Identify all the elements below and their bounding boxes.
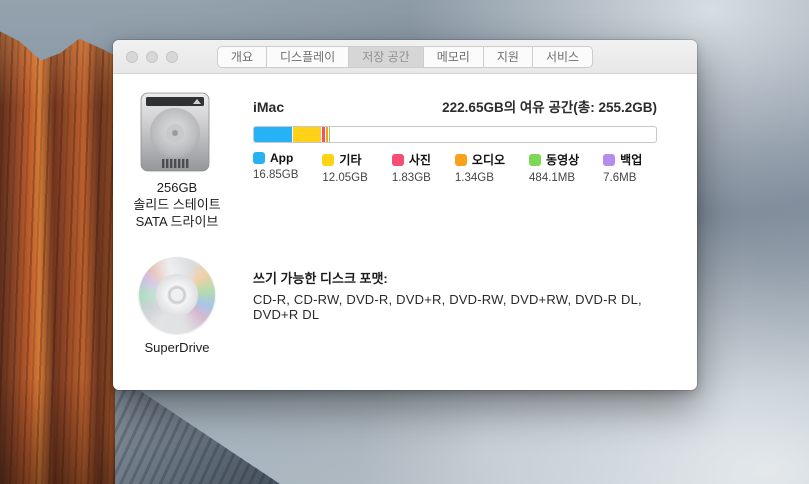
legend-item-기타: 기타 12.05GB [322, 151, 367, 184]
storage-segment-기타 [293, 127, 322, 142]
tab-bar: 개요디스플레이저장 공간메모리지원서비스 [217, 46, 593, 68]
legend-size: 12.05GB [322, 172, 367, 184]
legend-top: 백업 [603, 151, 642, 168]
free-space-text: 222.65GB의 여유 공간(총: 255.2GB) [442, 96, 657, 116]
legend-color-chip [392, 154, 404, 166]
legend-size: 1.34GB [455, 172, 505, 184]
legend-color-chip [529, 154, 541, 166]
hard-drive-icon [135, 92, 215, 172]
legend-top: 사진 [392, 151, 431, 168]
legend-color-chip [603, 154, 615, 166]
legend-top: 기타 [322, 151, 367, 168]
desktop: { "window": { "tabs": [ { "label": "개요",… [0, 0, 809, 484]
disc-formats-title: 쓰기 가능한 디스크 포맷: [253, 268, 388, 287]
tab-디스플레이[interactable]: 디스플레이 [266, 47, 348, 67]
legend-item-백업: 백업 7.6MB [603, 151, 642, 184]
superdrive-icon [139, 257, 215, 333]
legend-top: 동영상 [529, 151, 579, 168]
legend-item-사진: 사진 1.83GB [392, 151, 431, 184]
tab-서비스[interactable]: 서비스 [532, 47, 592, 67]
legend-label: 사진 [409, 151, 431, 168]
legend-item-동영상: 동영상 484.1MB [529, 151, 579, 184]
tab-메모리[interactable]: 메모리 [423, 47, 483, 67]
legend-top: 오디오 [455, 151, 505, 168]
wallpaper-granite-slope [115, 386, 280, 484]
legend-label: 백업 [620, 151, 642, 168]
legend-color-chip [253, 152, 265, 164]
legend-size: 484.1MB [529, 172, 579, 184]
titlebar[interactable]: 개요디스플레이저장 공간메모리지원서비스 [113, 40, 697, 74]
about-this-mac-window: 개요디스플레이저장 공간메모리지원서비스 256GB 솔리드 스테이트 SATA… [113, 40, 697, 390]
device-name: iMac [253, 99, 284, 115]
tab-저장 공간[interactable]: 저장 공간 [348, 47, 423, 67]
disc-formats-list: CD-R, CD-RW, DVD-R, DVD+R, DVD-RW, DVD+R… [253, 292, 657, 322]
legend-size: 16.85GB [253, 169, 298, 181]
legend-item-App: App 16.85GB [253, 151, 298, 184]
drive-type-line1: 솔리드 스테이트 [113, 196, 241, 213]
wallpaper-cliff [0, 0, 120, 484]
legend-size: 7.6MB [603, 172, 642, 184]
storage-bar [253, 126, 657, 143]
storage-segment-백업 [331, 127, 332, 142]
drive-label: 256GB 솔리드 스테이트 SATA 드라이브 [113, 179, 241, 230]
storage-segment-App [254, 127, 293, 142]
drive-type-line2: SATA 드라이브 [113, 213, 241, 230]
legend-color-chip [455, 154, 467, 166]
legend-item-오디오: 오디오 1.34GB [455, 151, 505, 184]
legend-size: 1.83GB [392, 172, 431, 184]
legend-label: 오디오 [472, 151, 505, 168]
legend-label: 기타 [339, 151, 361, 168]
storage-header: iMac 222.65GB의 여유 공간(총: 255.2GB) [253, 96, 657, 116]
drive-capacity: 256GB [113, 179, 241, 196]
storage-legend: App 16.85GB 기타 12.05GB 사진 1.83GB 오디오 1.34GB 동영상 4… [253, 151, 642, 184]
tab-개요[interactable]: 개요 [218, 47, 266, 67]
tabbar: 개요디스플레이저장 공간메모리지원서비스 [113, 46, 697, 68]
legend-color-chip [322, 154, 334, 166]
legend-label: 동영상 [546, 151, 579, 168]
superdrive-label: SuperDrive [113, 340, 241, 355]
tab-지원[interactable]: 지원 [483, 47, 532, 67]
legend-label: App [270, 151, 293, 165]
legend-top: App [253, 151, 298, 165]
